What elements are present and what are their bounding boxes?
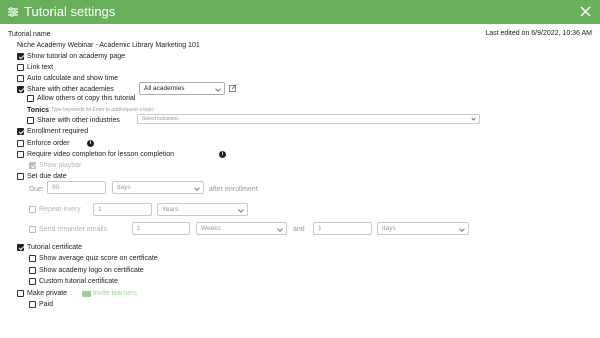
due-value: 90	[52, 184, 60, 191]
reminder-unit2-select[interactable]: days	[377, 222, 469, 235]
paid-checkbox[interactable]	[29, 301, 36, 308]
require-video-checkbox[interactable]	[17, 151, 24, 158]
last-edited-text: Last edited on 6/9/2022, 10:36 AM	[485, 30, 592, 37]
custom-certificate-checkbox[interactable]	[29, 278, 36, 285]
chevron-down-icon	[277, 226, 283, 232]
reminder-unit-select[interactable]: Weeks	[196, 222, 287, 235]
auto-calculate-label: Auto calculate and show time	[27, 75, 119, 82]
tutorial-name-label: Tutorial name	[8, 31, 51, 38]
info-icon[interactable]: i	[219, 151, 226, 158]
reminder-value-input[interactable]: 1	[132, 222, 190, 235]
link-text-checkbox[interactable]	[17, 64, 24, 71]
invite-icon	[82, 291, 91, 297]
window-title: Tutorial settings	[24, 4, 116, 19]
auto-calculate-checkbox[interactable]	[17, 75, 24, 82]
due-label: Due:	[29, 186, 44, 193]
show-logo-checkbox[interactable]	[29, 267, 36, 274]
reminder-unit2-value: days	[382, 225, 396, 232]
repeat-every-checkbox[interactable]	[29, 206, 36, 213]
tutorial-certificate-label: Tutorial certificate	[27, 244, 82, 251]
after-enrollment-label: after enrollment	[209, 186, 258, 193]
industries-select[interactable]: Select industries	[137, 114, 480, 124]
chevron-down-icon	[238, 207, 244, 213]
share-academies-label: Share with other academies	[27, 86, 114, 93]
due-unit-value: days	[117, 184, 131, 191]
info-icon[interactable]: i	[87, 140, 94, 147]
due-unit-select[interactable]: days	[112, 181, 204, 194]
repeat-unit-select[interactable]: Years	[157, 203, 248, 216]
close-icon[interactable]	[579, 5, 592, 18]
reminder-value: 1	[137, 225, 141, 232]
repeat-value-input[interactable]: 1	[93, 203, 152, 216]
show-on-academy-label: Show tutorial on academy page	[27, 53, 126, 60]
make-private-label: Make private	[27, 290, 68, 297]
set-due-date-label: Set due date	[27, 173, 67, 180]
window-header: Tutorial settings	[0, 0, 600, 24]
show-logo-label: Show academy logo on certificate	[39, 267, 144, 274]
reminder-value2: 1	[318, 225, 322, 232]
reminder-unit-value: Weeks	[201, 225, 221, 232]
chevron-down-icon	[194, 185, 200, 191]
allow-copy-checkbox[interactable]	[27, 95, 34, 102]
link-text-label: Link text	[27, 64, 54, 71]
share-industries-label: Share with other industries	[37, 117, 120, 124]
enforce-order-label: Enforce order	[27, 140, 70, 147]
topics-input[interactable]: Type keywords hit Enter to add/request a…	[51, 107, 154, 113]
show-on-academy-checkbox[interactable]	[17, 53, 24, 60]
academies-select[interactable]: All academies	[139, 82, 225, 95]
edit-icon[interactable]	[229, 84, 237, 92]
repeat-value: 1	[98, 206, 102, 213]
require-video-label: Require video completion for lesson comp…	[27, 151, 175, 158]
due-value-input[interactable]: 90	[47, 181, 106, 194]
show-avg-score-label: Show average quiz score on certficate	[39, 255, 158, 262]
enrollment-required-label: Enrollment required	[27, 128, 89, 135]
paid-label: Paid	[39, 301, 54, 308]
custom-certificate-label: Custom tutorial certificate	[39, 278, 118, 285]
settings-sliders-icon	[8, 7, 18, 17]
chevron-down-icon	[471, 116, 476, 121]
academies-select-value: All academies	[144, 85, 185, 92]
and-label: and	[293, 226, 305, 233]
enrollment-required-checkbox[interactable]	[17, 128, 24, 135]
chevron-down-icon	[215, 86, 221, 92]
topics-label: Tonics	[27, 107, 50, 114]
tutorial-name-value[interactable]: Niche Academy Webinar - Academic Library…	[17, 41, 200, 50]
reminder-value2-input[interactable]: 1	[313, 222, 372, 235]
industries-select-placeholder: Select industries	[142, 116, 179, 122]
show-playbar-label: Show playbar	[39, 162, 82, 169]
enforce-order-checkbox[interactable]	[17, 140, 24, 147]
tutorial-certificate-checkbox[interactable]	[17, 244, 24, 251]
repeat-every-label: Repeat every	[39, 206, 81, 213]
send-reminder-checkbox[interactable]	[29, 226, 36, 233]
invite-learners-link[interactable]: Invite learners	[93, 289, 137, 298]
show-avg-score-checkbox[interactable]	[29, 255, 36, 262]
share-industries-checkbox[interactable]	[27, 117, 34, 124]
show-playbar-checkbox[interactable]	[29, 162, 36, 169]
send-reminder-label: Send reminder emails	[39, 226, 108, 233]
chevron-down-icon	[459, 226, 465, 232]
allow-copy-label: Allow others ot copy this tutorial	[37, 95, 136, 102]
make-private-checkbox[interactable]	[17, 290, 24, 297]
repeat-unit-value: Years	[162, 206, 179, 213]
set-due-date-checkbox[interactable]	[17, 173, 24, 180]
share-academies-checkbox[interactable]	[17, 86, 24, 93]
